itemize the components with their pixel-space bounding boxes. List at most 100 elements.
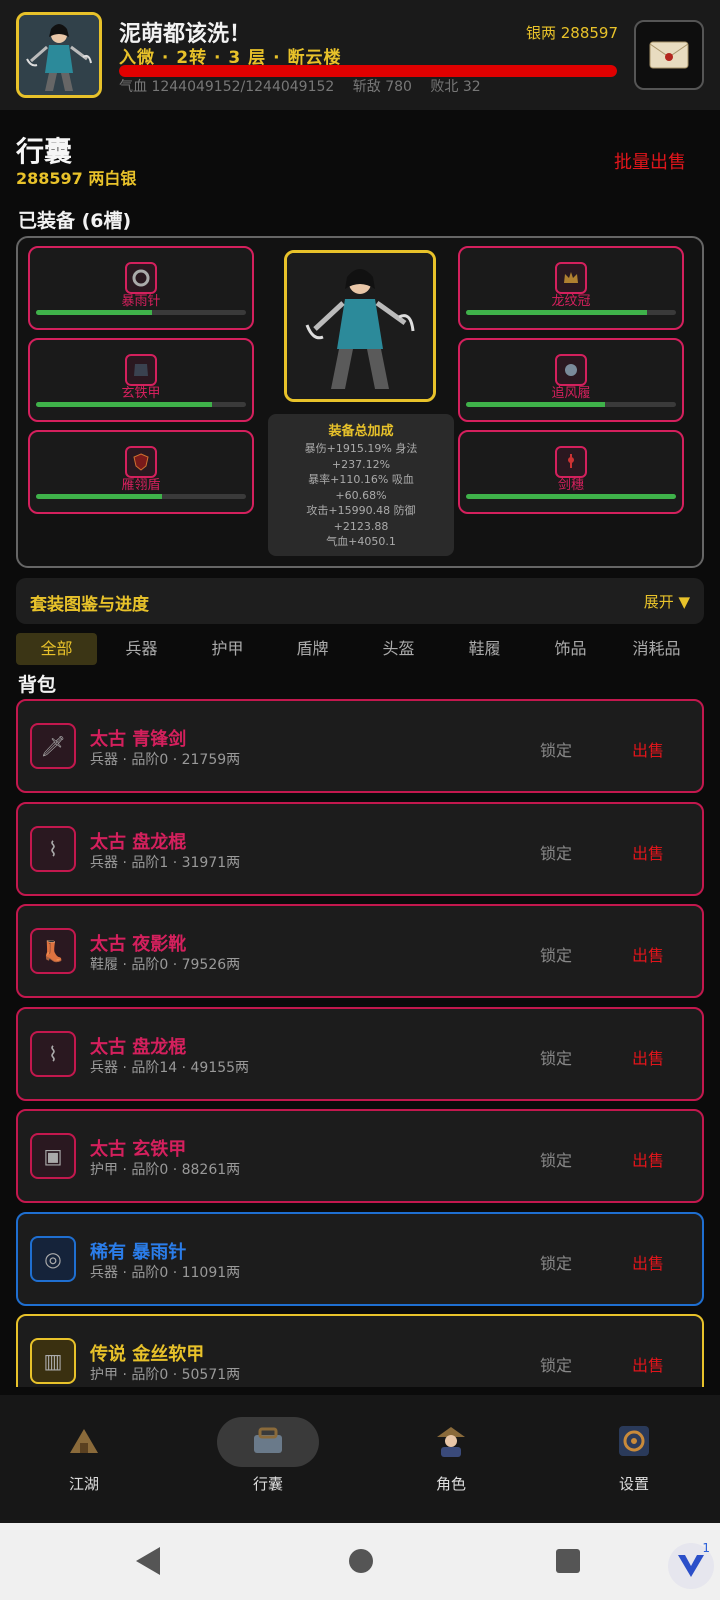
durability-fill [36, 494, 162, 499]
armor-icon: ▣ [30, 1133, 76, 1179]
nav-character[interactable]: 角色 [401, 1415, 501, 1505]
bag-silver: 288597 两白银 [16, 169, 137, 188]
durability-bar [36, 402, 246, 407]
back-icon[interactable] [136, 1547, 160, 1575]
staff-icon: ⌇ [30, 826, 76, 872]
sell-button[interactable]: 出售 [632, 1352, 664, 1376]
badge-count: 1 [702, 1541, 710, 1555]
item-name: 太古 青锋剑 [90, 729, 187, 750]
item-meta: 兵器 · 品阶0 · 11091两 [90, 1265, 241, 1281]
player-stats: 气血 1244049152/1244049152 斩敌 780 败北 32 [119, 76, 495, 96]
slot-label: 龙纹冠 [551, 294, 591, 309]
slot-label: 暴雨针 [121, 294, 161, 309]
sell-button[interactable]: 出售 [632, 1045, 664, 1069]
lock-button[interactable]: 锁定 [540, 1147, 572, 1171]
kills-text: 斩敌 780 [352, 79, 412, 95]
durability-bar [466, 494, 676, 499]
tab-accessory[interactable]: 饰品 [530, 633, 611, 665]
lock-button[interactable]: 锁定 [540, 737, 572, 761]
bonus-line: +237.12% [331, 457, 391, 471]
set-collection-title: 套装图鉴与进度 [30, 595, 149, 615]
tab-weapon[interactable]: 兵器 [101, 633, 182, 665]
item-name: 稀有 暴雨针 [90, 1242, 187, 1263]
lock-button[interactable]: 锁定 [540, 1352, 572, 1376]
item-meta: 护甲 · 品阶0 · 88261两 [90, 1162, 241, 1178]
hp-text: 气血 1244049152/1244049152 [119, 79, 335, 95]
item-name: 太古 盘龙棍 [90, 832, 187, 853]
item-meta: 鞋履 · 品阶0 · 79526两 [90, 957, 241, 973]
bonus-line: 暴率+110.16% 吸血 [308, 473, 414, 486]
sell-button[interactable]: 出售 [632, 737, 664, 761]
bonus-line: 暴伤+1915.19% 身法 [304, 442, 418, 455]
sell-button[interactable]: 出售 [632, 1250, 664, 1274]
nav-label: 江湖 [68, 1475, 99, 1493]
player-header: 泥萌都该洗！ 银两 288597 入微 · 2转 · 3 层 · 断云楼 气血 … [0, 0, 720, 110]
bag-icon [250, 1423, 286, 1459]
nav-jianghu[interactable]: 江湖 [34, 1415, 134, 1505]
durability-bar [466, 402, 676, 407]
sword-icon: 🗡 [30, 723, 76, 769]
heroine-portrait-icon [287, 253, 433, 399]
item-meta: 兵器 · 品阶1 · 31971两 [90, 855, 241, 871]
expand-toggle[interactable]: 展开 ▼ [644, 591, 690, 612]
category-tabs: 全部 兵器 护甲 盾牌 头盔 鞋履 饰品 消耗品 [16, 633, 704, 665]
equip-slot-tassel[interactable]: 剑穗 [458, 430, 684, 514]
set-collection-bar[interactable]: 套装图鉴与进度 展开 ▼ [16, 578, 704, 624]
equipped-title: 已装备 (6槽) [18, 210, 132, 232]
player-avatar[interactable] [16, 12, 102, 98]
durability-fill [36, 310, 152, 315]
silver-balance: 银两 288597 [525, 24, 618, 42]
nav-label: 设置 [618, 1475, 649, 1493]
list-item[interactable]: ▥ 传说 金丝软甲 护甲 · 品阶0 · 50571两 锁定 出售 [16, 1314, 704, 1387]
lock-button[interactable]: 锁定 [540, 1250, 572, 1274]
item-meta: 兵器 · 品阶14 · 49155两 [90, 1060, 250, 1076]
tab-shoes[interactable]: 鞋履 [444, 633, 525, 665]
equip-slot-boots[interactable]: 追风履 [458, 338, 684, 422]
list-item[interactable]: 👢 太古 夜影靴 鞋履 · 品阶0 · 79526两 锁定 出售 [16, 904, 704, 998]
list-item[interactable]: 🗡 太古 青锋剑 兵器 · 品阶0 · 21759两 锁定 出售 [16, 699, 704, 793]
equip-slot-crown[interactable]: 龙纹冠 [458, 246, 684, 330]
lock-button[interactable]: 锁定 [540, 840, 572, 864]
list-item[interactable]: ⌇ 太古 盘龙棍 兵器 · 品阶1 · 31971两 锁定 出售 [16, 802, 704, 896]
boots-icon: 👢 [30, 928, 76, 974]
durability-fill [466, 494, 676, 499]
slot-label: 剑穗 [557, 478, 584, 493]
lock-button[interactable]: 锁定 [540, 1045, 572, 1069]
durability-fill [36, 402, 213, 407]
slot-label: 玄铁甲 [121, 386, 161, 401]
equip-slot-needle[interactable]: 暴雨针 [28, 246, 254, 330]
sell-button[interactable]: 出售 [632, 1147, 664, 1171]
sell-button[interactable]: 出售 [632, 942, 664, 966]
bonus-line: +2123.88 [333, 519, 389, 533]
list-item[interactable]: ⌇ 太古 盘龙棍 兵器 · 品阶14 · 49155两 锁定 出售 [16, 1007, 704, 1101]
assistant-badge[interactable]: 1 [668, 1541, 714, 1589]
tab-helmet[interactable]: 头盔 [358, 633, 439, 665]
backpack-list: 🗡 太古 青锋剑 兵器 · 品阶0 · 21759两 锁定 出售 ⌇ 太古 盘龙… [16, 699, 704, 1387]
tab-armor[interactable]: 护甲 [187, 633, 268, 665]
defeats-text: 败北 32 [430, 79, 481, 95]
nav-bag[interactable]: 行囊 [217, 1415, 319, 1505]
list-item[interactable]: ◎ 稀有 暴雨针 兵器 · 品阶0 · 11091两 锁定 出售 [16, 1212, 704, 1306]
equip-slot-shield[interactable]: 雁翎盾 [28, 430, 254, 514]
system-navigation-bar: 1 [0, 1523, 720, 1600]
settings-icon [616, 1423, 652, 1459]
nav-label: 行囊 [252, 1475, 283, 1493]
home-icon[interactable] [349, 1549, 373, 1573]
sell-button[interactable]: 出售 [632, 840, 664, 864]
item-name: 太古 玄铁甲 [90, 1139, 187, 1160]
bulk-sell-button[interactable]: 批量出售 [614, 148, 686, 174]
list-item[interactable]: ▣ 太古 玄铁甲 护甲 · 品阶0 · 88261两 锁定 出售 [16, 1109, 704, 1203]
tab-shield[interactable]: 盾牌 [272, 633, 353, 665]
tab-all[interactable]: 全部 [16, 633, 97, 665]
bottom-navigation: 江湖 行囊 角色 设置 [0, 1395, 720, 1523]
mail-button[interactable] [634, 20, 704, 90]
recents-icon[interactable] [556, 1549, 580, 1573]
durability-bar [466, 310, 676, 315]
v-logo-icon [678, 1555, 704, 1577]
tab-consumable[interactable]: 消耗品 [616, 633, 697, 665]
equip-slot-armor[interactable]: 玄铁甲 [28, 338, 254, 422]
lock-button[interactable]: 锁定 [540, 942, 572, 966]
nav-settings[interactable]: 设置 [584, 1415, 684, 1505]
bonus-title: 装备总加成 [328, 424, 394, 439]
character-icon [433, 1423, 469, 1459]
